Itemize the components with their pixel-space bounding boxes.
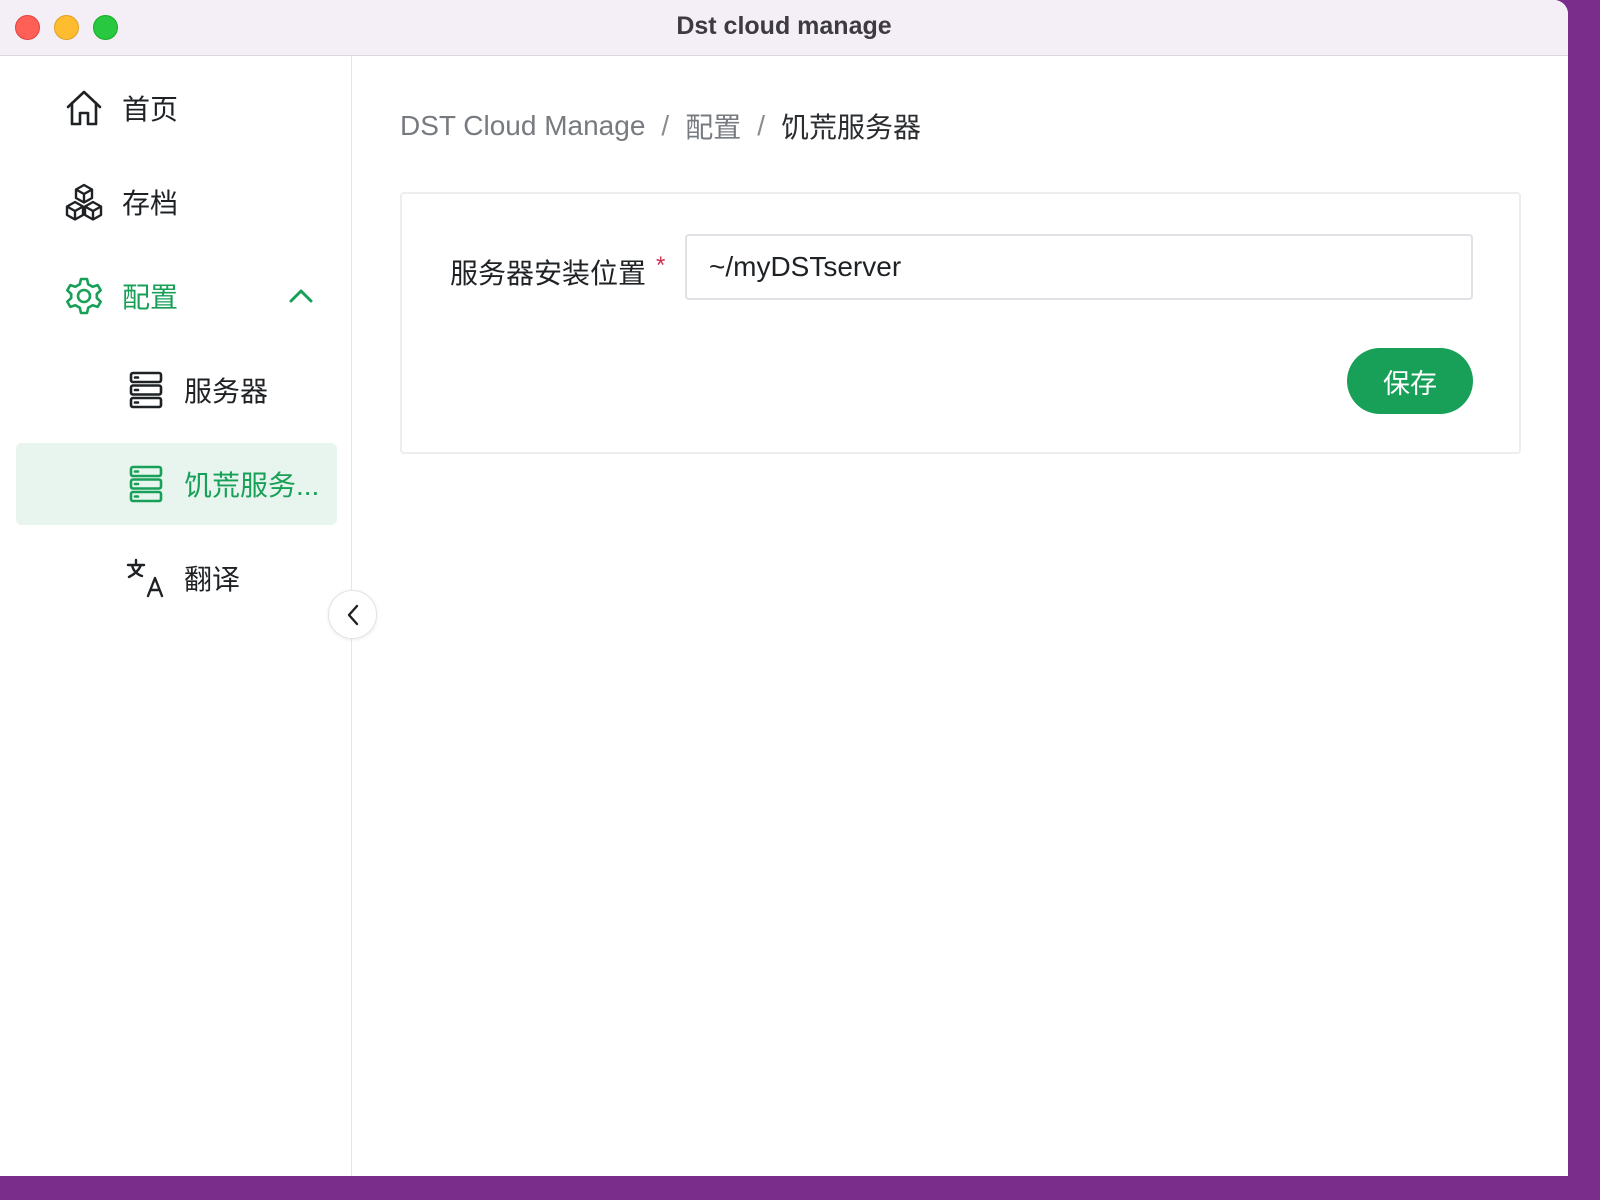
settings-card: 服务器安装位置 * 保存 (400, 192, 1521, 454)
breadcrumb: DST Cloud Manage / 配置 / 饥荒服务器 (400, 106, 921, 146)
translate-icon (126, 558, 166, 598)
home-icon (64, 88, 104, 128)
sidebar-item-label: 服务器 (184, 376, 269, 407)
breadcrumb-separator: / (661, 110, 670, 141)
breadcrumb-separator: / (757, 110, 765, 141)
main-content: DST Cloud Manage / 配置 / 饥荒服务器 服务器安装位置 * 保… (353, 56, 1568, 1176)
install-path-input[interactable] (685, 234, 1473, 300)
server-icon (126, 464, 166, 504)
breadcrumb-root[interactable]: DST Cloud Manage (400, 110, 645, 142)
required-mark: * (656, 252, 666, 279)
sidebar-item-translate[interactable]: 翻译 (16, 537, 337, 619)
gear-icon (64, 276, 104, 316)
sidebar-item-label: 首页 (122, 94, 179, 125)
save-button[interactable]: 保存 (1347, 348, 1473, 414)
sidebar: 首页 存档 配置 服务器 饥荒服务... 翻译 (0, 56, 352, 1176)
sidebar-item-label: 存档 (122, 188, 179, 219)
server-icon (126, 370, 166, 410)
sidebar-item-server[interactable]: 服务器 (16, 349, 337, 431)
sidebar-item-dst-server[interactable]: 饥荒服务... (16, 443, 337, 525)
app-window: Dst cloud manage 首页 存档 配置 服务器 饥荒服务... 翻译… (0, 0, 1568, 1176)
sidebar-item-saves[interactable]: 存档 (16, 161, 337, 243)
breadcrumb-current: 饥荒服务器 (780, 112, 921, 143)
install-path-label-text: 服务器安装位置 (450, 258, 647, 289)
sidebar-item-label: 饥荒服务... (184, 470, 320, 501)
breadcrumb-config[interactable]: 配置 (685, 106, 741, 146)
sidebar-item-label: 翻译 (184, 564, 241, 595)
sidebar-item-config[interactable]: 配置 (16, 255, 337, 337)
window-title: Dst cloud manage (676, 12, 892, 40)
cubes-icon (64, 182, 104, 222)
title-bar: Dst cloud manage (0, 0, 1568, 56)
sidebar-item-home[interactable]: 首页 (16, 67, 337, 149)
chevron-up-icon[interactable] (288, 283, 314, 309)
install-path-label: 服务器安装位置 * (450, 252, 665, 292)
sidebar-item-label: 配置 (122, 282, 179, 313)
